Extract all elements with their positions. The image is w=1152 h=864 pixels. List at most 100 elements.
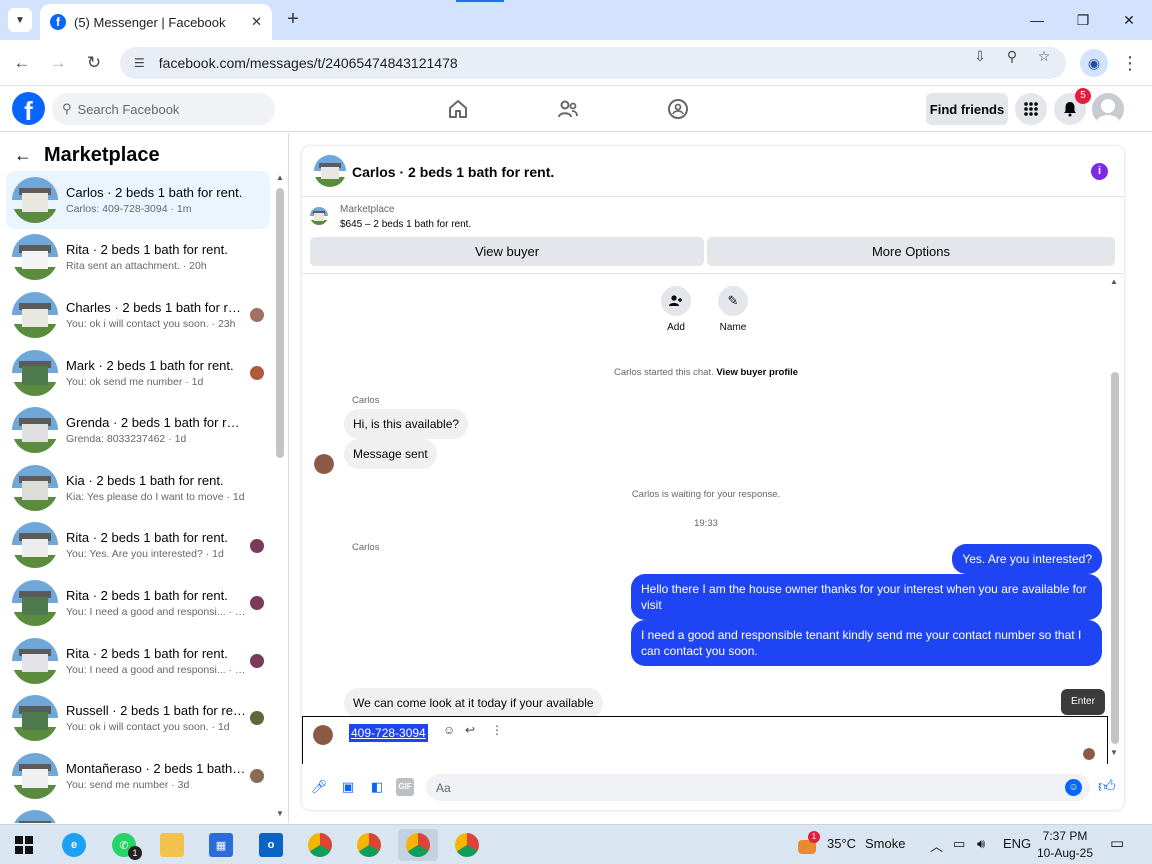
groups-icon[interactable] <box>666 97 690 121</box>
browser-tab[interactable]: f (5) Messenger | Facebook ✕ <box>40 4 272 40</box>
react-smiley-icon[interactable]: ☺ <box>443 723 455 737</box>
conversation-item[interactable]: Rita · 2 beds 1 bath for rent. You: Yes. … <box>6 517 270 575</box>
taskbar-store[interactable]: ▦ <box>201 829 241 861</box>
volume-icon[interactable]: 🔊︎ <box>977 836 985 852</box>
taskbar-chrome-1[interactable] <box>300 829 340 861</box>
conversation-name: Mark · 2 beds 1 bath for rent. <box>66 357 234 373</box>
input-language[interactable]: ENG <box>1003 836 1031 851</box>
conversation-thumbnail <box>12 810 58 823</box>
conversation-item[interactable]: Kia · 2 beds 1 bath for rent. Kia: Yes pl… <box>6 459 270 517</box>
conversation-item[interactable]: Rita · 2 beds 1 bath for rent. You: I nee… <box>6 574 270 632</box>
thumbs-up-icon[interactable]: 👍︎ <box>1098 776 1116 797</box>
view-buyer-button[interactable]: View buyer <box>310 237 704 266</box>
back-arrow-icon[interactable]: ← <box>14 145 32 166</box>
network-icon[interactable]: ▭ <box>953 836 965 852</box>
chat-scrollbar[interactable] <box>1111 372 1119 744</box>
conversation-thumbnail <box>12 464 58 511</box>
sticker-icon[interactable]: ◧ <box>368 778 386 796</box>
photo-icon[interactable]: ▣ <box>339 778 357 796</box>
site-info-icon[interactable]: ☰ <box>134 56 145 70</box>
focused-message[interactable]: 409-728-3094 ☺ ↩ ⋮ <box>302 716 1108 764</box>
message-timestamp: 19:33 <box>694 518 718 529</box>
tab-close-icon[interactable]: ✕ <box>251 14 262 30</box>
conversation-item[interactable]: Liz · 2 beds 1 bath for rent. <box>6 805 270 823</box>
message-input[interactable] <box>436 780 1036 795</box>
home-icon[interactable] <box>446 97 470 121</box>
emoji-icon[interactable]: ☺ <box>1065 779 1082 796</box>
taskbar-outlook[interactable]: o <box>251 829 291 861</box>
conversation-snippet: You: Yes. Are you interested? · 1d <box>66 548 224 561</box>
sidebar-scroll-down-icon[interactable]: ▼ <box>276 809 284 818</box>
conversation-item[interactable]: Grenda · 2 beds 1 bath for rent. Grenda: … <box>6 401 270 459</box>
reply-icon[interactable]: ↩ <box>465 723 475 737</box>
chat-scroll-up-icon[interactable]: ▲ <box>1110 277 1118 286</box>
taskbar-clock[interactable]: 7:37 PM 10-Aug-25 <box>1030 828 1100 862</box>
facebook-search[interactable]: ⚲ <box>52 93 275 125</box>
chrome-icon <box>406 833 430 857</box>
show-hidden-icons-icon[interactable]: ︿ <box>930 836 943 855</box>
zoom-icon[interactable]: ⚲ <box>1002 46 1022 66</box>
facebook-logo-icon[interactable]: f <box>12 92 45 125</box>
microphone-icon[interactable]: 🎤︎ <box>310 778 328 796</box>
forward-icon[interactable]: → <box>46 51 70 75</box>
reload-icon[interactable]: ↻ <box>82 51 106 75</box>
chat-listing-thumbnail[interactable] <box>314 155 346 187</box>
search-input[interactable] <box>77 101 258 117</box>
weather-description[interactable]: Smoke <box>865 836 905 851</box>
conversation-item[interactable]: Rita · 2 beds 1 bath for rent. You: I nee… <box>6 632 270 690</box>
taskbar-file-explorer[interactable] <box>152 829 192 861</box>
conversation-item[interactable]: Mark · 2 beds 1 bath for rent. You: ok se… <box>6 344 270 402</box>
friends-icon[interactable] <box>556 97 580 121</box>
taskbar-chrome-2[interactable] <box>349 829 389 861</box>
install-app-icon[interactable]: ⇩ <box>970 46 990 66</box>
menu-grid-icon[interactable] <box>1015 93 1047 125</box>
browser-menu-icon[interactable]: ⋮ <box>1118 51 1142 75</box>
taskbar-chrome-3[interactable] <box>398 829 438 861</box>
view-buyer-profile-link[interactable]: View buyer profile <box>716 367 798 378</box>
sidebar-scrollbar[interactable] <box>276 188 284 458</box>
find-friends-button[interactable]: Find friends <box>926 93 1008 125</box>
address-bar[interactable]: ☰ facebook.com/messages/t/24065474843121… <box>120 47 1066 79</box>
conversation-item[interactable]: Carlos · 2 beds 1 bath for rent. Carlos: … <box>6 171 270 229</box>
conversation-item[interactable]: Rita · 2 beds 1 bath for rent. Rita sent … <box>6 229 270 287</box>
pencil-icon: ✎ <box>718 286 748 316</box>
conversation-item[interactable]: Charles · 2 beds 1 bath for rent. You: ok… <box>6 286 270 344</box>
more-options-button[interactable]: More Options <box>707 237 1115 266</box>
chat-title[interactable]: Carlos · 2 beds 1 bath for rent. <box>352 164 554 180</box>
taskbar-whatsapp[interactable]: ✆ 1 <box>104 829 144 861</box>
conversation-item[interactable]: Russell · 2 beds 1 bath for rent. You: ok… <box>6 689 270 747</box>
start-button[interactable] <box>4 829 44 861</box>
weather-temp[interactable]: 35°C <box>827 836 856 851</box>
add-contact-action[interactable]: Add <box>646 286 706 333</box>
taskbar-chrome-4[interactable] <box>447 829 487 861</box>
window-close-icon[interactable]: ✕ <box>1117 8 1141 32</box>
facebook-favicon-icon: f <box>50 14 66 30</box>
message-input-field[interactable]: ☺ <box>426 774 1090 801</box>
conversation-snippet: Kia: Yes please do I want to move · 1d <box>66 490 245 503</box>
conversation-item[interactable]: Montañeraso · 2 beds 1 bath ... You: send… <box>6 747 270 805</box>
more-actions-icon[interactable]: ⋮ <box>491 723 503 737</box>
listing-price: $645 – 2 beds 1 bath for rent. <box>340 219 472 230</box>
conversation-snippet: You: send me number · 3d <box>66 778 190 791</box>
maximize-icon[interactable]: ❐ <box>1071 8 1095 32</box>
info-icon[interactable]: i <box>1091 163 1108 180</box>
gif-icon[interactable]: GIF <box>396 778 414 796</box>
edit-name-action[interactable]: ✎ Name <box>703 286 763 333</box>
minimize-icon[interactable]: — <box>1025 8 1049 32</box>
notification-center-icon[interactable]: ▭ <box>1110 834 1124 852</box>
new-tab-icon[interactable]: + <box>282 8 304 30</box>
browser-profile-icon[interactable]: ◉ <box>1080 49 1108 77</box>
listing-source: Marketplace <box>340 204 395 215</box>
selected-phone-number[interactable]: 409-728-3094 <box>349 724 428 742</box>
taskbar-edge[interactable]: e <box>54 829 94 861</box>
bookmark-star-icon[interactable]: ☆ <box>1034 46 1054 66</box>
back-icon[interactable]: ← <box>10 51 34 75</box>
chat-scroll-down-icon[interactable]: ▼ <box>1110 748 1118 757</box>
conversation-thumbnail <box>12 349 58 396</box>
weather-icon[interactable]: 1 <box>796 831 820 856</box>
chat-header: Carlos · 2 beds 1 bath for rent. i <box>302 146 1124 197</box>
tab-search-dropdown-icon[interactable]: ▼ <box>8 8 32 32</box>
account-avatar[interactable] <box>1092 93 1124 125</box>
conversation-snippet: You: ok i will contact you soon. · 1d <box>66 721 230 734</box>
sidebar-scroll-up-icon[interactable]: ▲ <box>276 173 284 182</box>
